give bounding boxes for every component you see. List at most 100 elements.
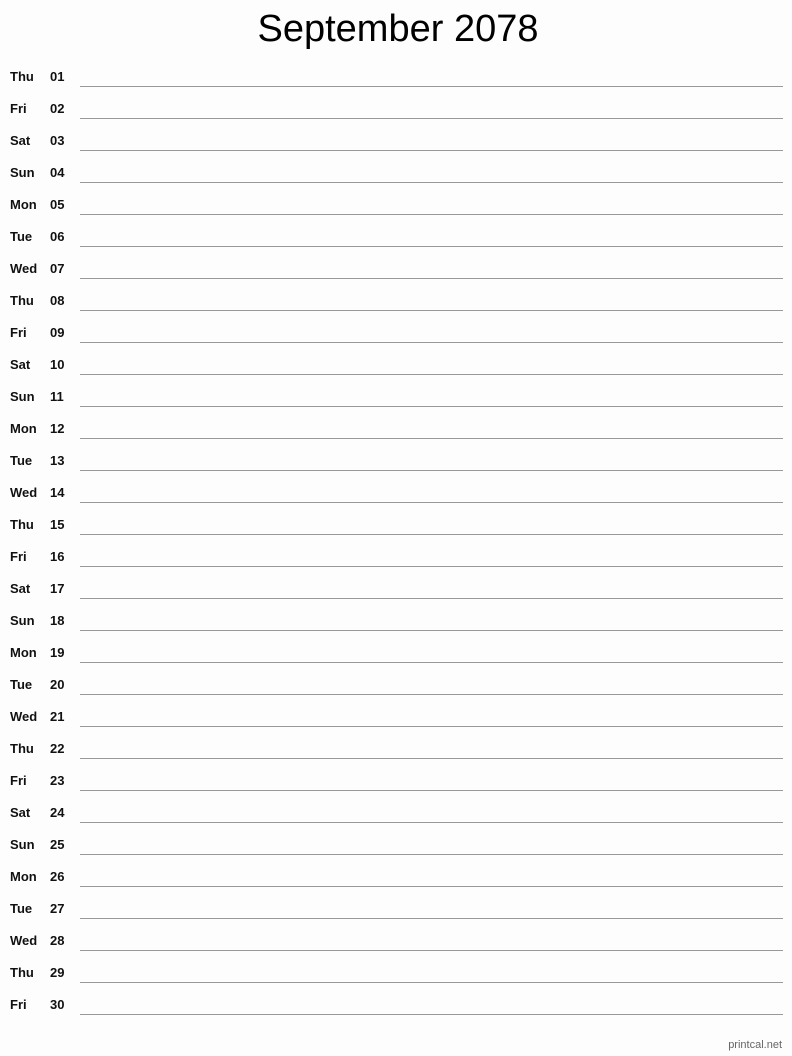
day-of-week: Tue [10,677,33,692]
writing-line[interactable] [80,1014,783,1015]
writing-line[interactable] [80,182,783,183]
writing-line[interactable] [80,950,783,951]
writing-line[interactable] [80,662,783,663]
day-of-week: Wed [10,933,38,948]
day-number: 26 [50,869,65,884]
writing-line[interactable] [80,758,783,759]
day-row: Wed 21 [0,709,792,741]
day-row: Mon 19 [0,645,792,677]
writing-line[interactable] [80,694,783,695]
writing-line[interactable] [80,982,783,983]
writing-line[interactable] [80,598,783,599]
day-row: Mon 12 [0,421,792,453]
writing-line[interactable] [80,278,783,279]
writing-line[interactable] [80,854,783,855]
day-row: Fri 02 [0,101,792,133]
writing-line[interactable] [80,406,783,407]
day-number: 10 [50,357,65,372]
day-of-week: Thu [10,293,34,308]
day-of-week: Sun [10,165,35,180]
day-row: Fri 30 [0,997,792,1029]
day-row: Fri 09 [0,325,792,357]
day-number: 29 [50,965,65,980]
day-row: Sun 18 [0,613,792,645]
day-number: 14 [50,485,65,500]
day-of-week: Fri [10,325,27,340]
day-row: Thu 01 [0,69,792,101]
writing-line[interactable] [80,630,783,631]
writing-line[interactable] [80,438,783,439]
day-of-week: Thu [10,741,34,756]
day-of-week: Wed [10,261,38,276]
day-of-week: Fri [10,997,27,1012]
day-number: 17 [50,581,65,596]
day-row: Tue 06 [0,229,792,261]
writing-line[interactable] [80,822,783,823]
footer-credit: printcal.net [728,1039,782,1051]
day-of-week: Fri [10,773,27,788]
writing-line[interactable] [80,374,783,375]
day-number: 11 [50,389,64,404]
day-number: 07 [50,261,65,276]
page-title: September 2078 [257,8,539,50]
day-of-week: Sat [10,805,31,820]
day-row: Tue 13 [0,453,792,485]
day-row: Sun 11 [0,389,792,421]
writing-line[interactable] [80,726,783,727]
day-row: Sun 04 [0,165,792,197]
day-of-week: Sun [10,613,35,628]
day-row: Thu 29 [0,965,792,997]
day-of-week: Mon [10,869,37,884]
day-row: Tue 27 [0,901,792,933]
day-number: 24 [50,805,65,820]
writing-line[interactable] [80,214,783,215]
day-number: 09 [50,325,65,340]
day-row: Sat 03 [0,133,792,165]
day-row: Fri 16 [0,549,792,581]
writing-line[interactable] [80,246,783,247]
day-row: Sun 25 [0,837,792,869]
day-of-week: Sun [10,389,35,404]
day-number: 27 [50,901,65,916]
day-row: Thu 22 [0,741,792,773]
day-of-week: Mon [10,645,37,660]
writing-line[interactable] [80,310,783,311]
writing-line[interactable] [80,470,783,471]
day-row: Tue 20 [0,677,792,709]
day-row: Sat 24 [0,805,792,837]
day-of-week: Wed [10,485,38,500]
writing-line[interactable] [80,86,783,87]
writing-line[interactable] [80,886,783,887]
writing-line[interactable] [80,790,783,791]
day-number: 19 [50,645,65,660]
day-of-week: Fri [10,549,27,564]
writing-line[interactable] [80,118,783,119]
day-number: 02 [50,101,65,116]
day-row: Sat 10 [0,357,792,389]
day-row: Thu 08 [0,293,792,325]
day-number: 15 [50,517,65,532]
day-of-week: Thu [10,517,34,532]
day-of-week: Mon [10,421,37,436]
writing-line[interactable] [80,342,783,343]
day-row: Mon 26 [0,869,792,901]
day-of-week: Sat [10,581,31,596]
day-row: Wed 14 [0,485,792,517]
day-number: 20 [50,677,65,692]
day-number: 28 [50,933,65,948]
writing-line[interactable] [80,918,783,919]
day-number: 01 [50,69,65,84]
writing-line[interactable] [80,566,783,567]
day-number: 13 [50,453,65,468]
day-number: 06 [50,229,65,244]
day-of-week: Sat [10,357,31,372]
day-number: 05 [50,197,65,212]
day-row: Sat 17 [0,581,792,613]
writing-line[interactable] [80,534,783,535]
writing-line[interactable] [80,502,783,503]
day-row: Thu 15 [0,517,792,549]
day-of-week: Sat [10,133,31,148]
day-of-week: Sun [10,837,35,852]
writing-line[interactable] [80,150,783,151]
day-of-week: Tue [10,229,33,244]
